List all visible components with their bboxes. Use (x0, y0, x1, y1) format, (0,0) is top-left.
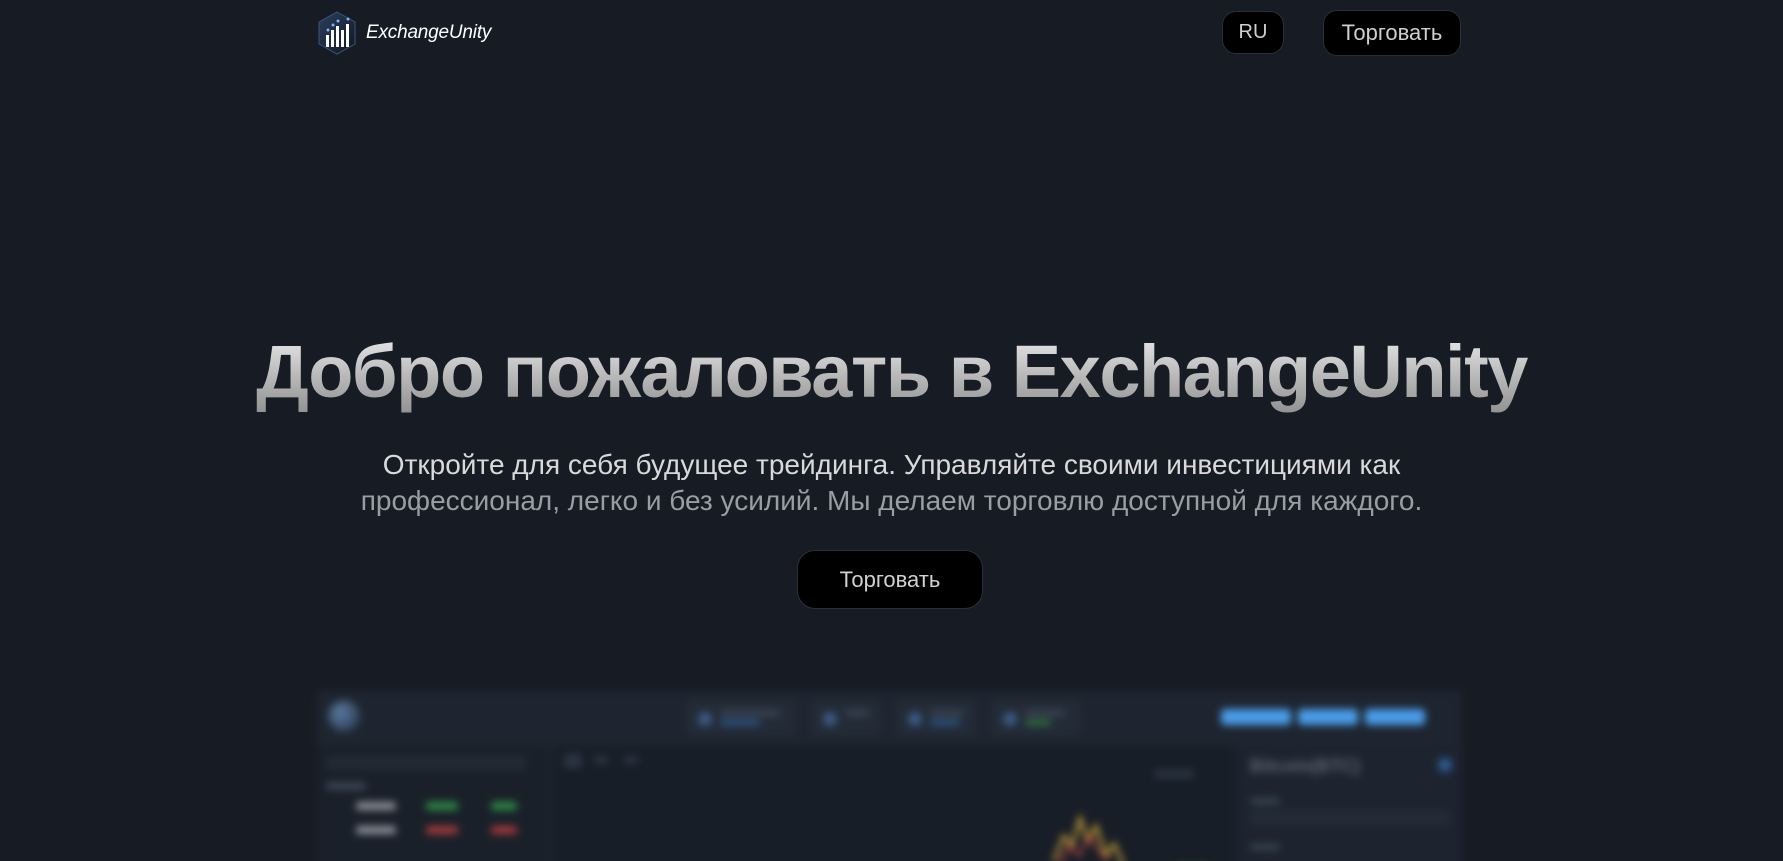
preview-stat-chip (811, 700, 881, 736)
preview-stat-chip (991, 700, 1081, 736)
site-header: ExchangeUnity RU Торговать (0, 0, 1783, 66)
preview-button (1365, 709, 1425, 725)
preview-sidebar (316, 746, 546, 861)
hero-trade-button[interactable]: Торговать (797, 550, 983, 609)
preview-order-panel: Bitcoin(BTC) (1240, 746, 1462, 861)
preview-row (426, 826, 458, 834)
preview-button (1221, 709, 1291, 725)
preview-search (326, 756, 526, 770)
language-switch-button[interactable]: RU (1222, 11, 1284, 54)
preview-label (1250, 844, 1280, 850)
preview-row (356, 826, 396, 834)
preview-row (356, 802, 396, 810)
landing-page: ExchangeUnity RU Торговать Добро пожалов… (0, 0, 1783, 861)
brand-name: ExchangeUnity (366, 22, 492, 43)
exchangeunity-logo-icon (318, 11, 356, 55)
header-trade-button[interactable]: Торговать (1323, 10, 1461, 56)
hero-subtitle-line-2: профессионал, легко и без усилий. Мы дел… (360, 485, 1423, 516)
preview-topbar (316, 690, 1462, 746)
preview-panel-title: Bitcoin(BTC) (1250, 756, 1360, 776)
preview-button (1298, 709, 1358, 725)
hero-subtitle-line-1: Откройте для себя будущее трейдинга. Упр… (382, 449, 1401, 480)
preview-stat-chip (896, 700, 976, 736)
preview-row (491, 802, 517, 810)
preview-label (1250, 798, 1280, 804)
preview-stat-chip (686, 700, 796, 736)
preview-chart-area (554, 746, 1234, 861)
hero-title: Добро пожаловать в ExchangeUnity (0, 327, 1783, 417)
preview-input (1250, 810, 1450, 826)
preview-settings-icon (1438, 758, 1452, 772)
preview-row (326, 782, 366, 790)
preview-row (491, 826, 517, 834)
preview-row (426, 802, 458, 810)
preview-logo-icon (328, 700, 360, 732)
hero-subtitle: Откройте для себя будущее трейдинга. Упр… (300, 447, 1483, 519)
trading-app-preview: Bitcoin(BTC) (316, 690, 1462, 861)
brand-logo[interactable]: ExchangeUnity (318, 10, 491, 56)
preview-chart-icon (564, 754, 1194, 861)
